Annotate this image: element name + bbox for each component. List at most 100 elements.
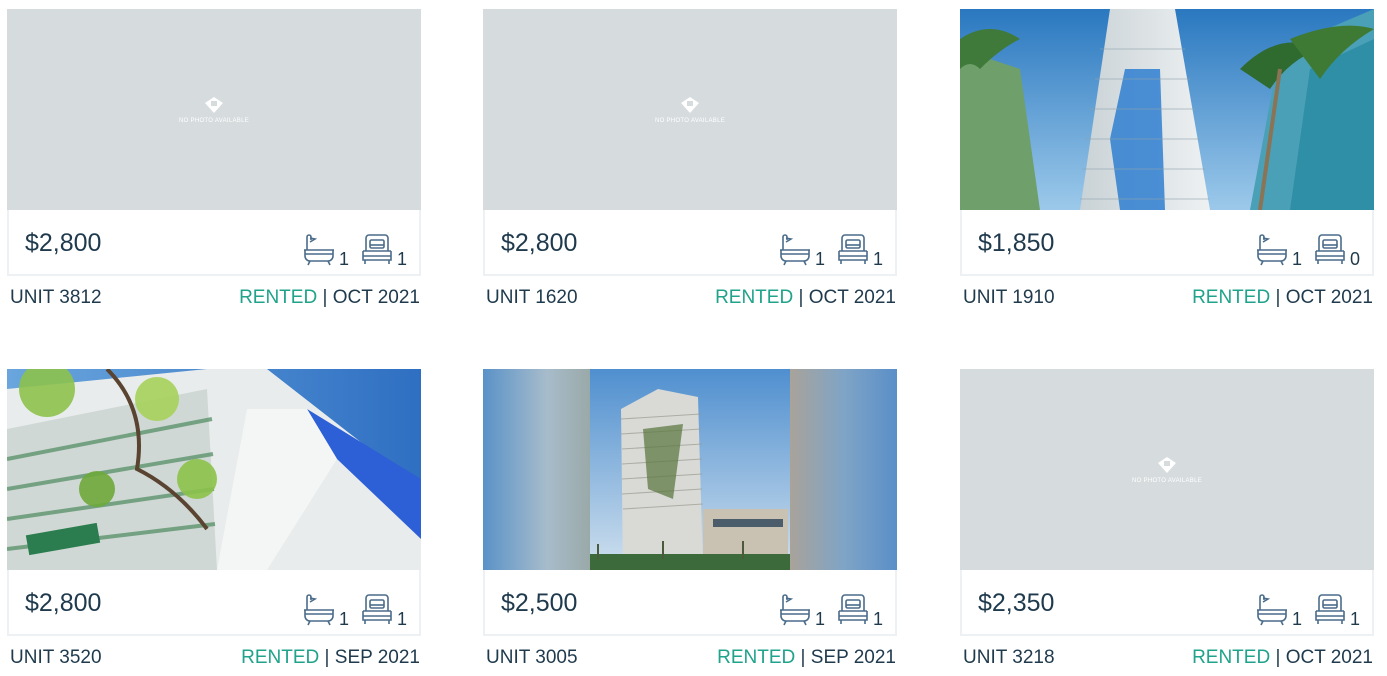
unit-label[interactable]: UNIT 3812 bbox=[10, 287, 102, 309]
bed-icon bbox=[1315, 594, 1345, 624]
unit-label[interactable]: UNIT 3218 bbox=[963, 647, 1055, 669]
listing-photo[interactable]: NO PHOTO AVAILABLE bbox=[7, 9, 421, 210]
listing-meta: UNIT 3520 RENTED | SEP 2021 bbox=[10, 647, 420, 669]
no-photo-text: NO PHOTO AVAILABLE bbox=[178, 117, 250, 124]
listing-meta: UNIT 1910 RENTED | OCT 2021 bbox=[963, 287, 1373, 309]
bathtub-icon bbox=[779, 234, 810, 266]
placeholder-logo-icon bbox=[1158, 456, 1176, 473]
listing-price: $2,350 bbox=[978, 589, 1055, 617]
listing-price: $2,800 bbox=[501, 229, 578, 257]
bed-icon bbox=[838, 234, 868, 264]
bathtub-icon bbox=[1256, 234, 1287, 266]
listing-info: $2,800 1 1 bbox=[7, 210, 421, 276]
status-date: OCT 2021 bbox=[332, 287, 420, 308]
bath-count: 1 bbox=[1291, 609, 1302, 629]
bathtub-icon bbox=[303, 594, 334, 626]
tower-photo bbox=[960, 9, 1374, 210]
listing-meta: UNIT 1620 RENTED | OCT 2021 bbox=[486, 287, 896, 309]
bed-icon bbox=[838, 594, 868, 624]
bed-count: 1 bbox=[396, 609, 407, 629]
status-date: OCT 2021 bbox=[1285, 647, 1373, 668]
status-label: RENTED bbox=[715, 287, 794, 308]
status-separator: | bbox=[1270, 287, 1286, 308]
status-label: RENTED bbox=[241, 647, 320, 668]
bed-spec: 1 bbox=[359, 232, 407, 268]
listing-card[interactable]: $1,850 1 0 UNIT 1910 RENTED | OCT 2021 bbox=[960, 9, 1374, 316]
listing-photo[interactable]: NO PHOTO AVAILABLE bbox=[960, 369, 1374, 570]
bath-count: 1 bbox=[1291, 249, 1302, 269]
listing-card[interactable]: $2,800 1 1 UNIT 3520 RENTED | SEP 2021 bbox=[7, 369, 421, 676]
bathtub-icon bbox=[1256, 594, 1287, 626]
listing-photo[interactable] bbox=[960, 9, 1374, 210]
bed-spec: 1 bbox=[835, 592, 883, 628]
bath-spec: 1 bbox=[301, 592, 349, 628]
bed-spec: 0 bbox=[1312, 232, 1360, 268]
no-photo-placeholder: NO PHOTO AVAILABLE bbox=[483, 9, 897, 210]
status-label: RENTED bbox=[717, 647, 796, 668]
listing-photo[interactable] bbox=[483, 369, 897, 570]
unit-label[interactable]: UNIT 1620 bbox=[486, 287, 578, 309]
status-date: OCT 2021 bbox=[1285, 287, 1373, 308]
bath-spec: 1 bbox=[301, 232, 349, 268]
status-separator: | bbox=[795, 647, 811, 668]
bed-count: 0 bbox=[1349, 249, 1360, 269]
listings-grid: NO PHOTO AVAILABLE $2,800 1 1 UNIT 3812 … bbox=[0, 0, 1387, 673]
bath-count: 1 bbox=[814, 249, 825, 269]
status-label: RENTED bbox=[1192, 647, 1271, 668]
listing-price: $1,850 bbox=[978, 229, 1055, 257]
listing-photo[interactable]: NO PHOTO AVAILABLE bbox=[483, 9, 897, 210]
status-label: RENTED bbox=[1192, 287, 1271, 308]
listing-info: $2,500 1 1 bbox=[483, 570, 897, 636]
tower-rendering-photo bbox=[483, 369, 897, 570]
listing-specs: 1 1 bbox=[777, 580, 883, 628]
listing-card[interactable]: $2,500 1 1 UNIT 3005 RENTED | SEP 2021 bbox=[483, 369, 897, 676]
bath-count: 1 bbox=[338, 609, 349, 629]
listing-meta: UNIT 3812 RENTED | OCT 2021 bbox=[10, 287, 420, 309]
bed-icon bbox=[362, 594, 392, 624]
listing-info: $2,350 1 1 bbox=[960, 570, 1374, 636]
bathtub-icon bbox=[779, 594, 810, 626]
status-separator: | bbox=[793, 287, 809, 308]
listing-card[interactable]: NO PHOTO AVAILABLE $2,800 1 bbox=[483, 9, 897, 316]
unit-label[interactable]: UNIT 3520 bbox=[10, 647, 102, 669]
bed-spec: 1 bbox=[835, 232, 883, 268]
rental-status: RENTED | OCT 2021 bbox=[1192, 287, 1373, 309]
bed-icon bbox=[362, 234, 392, 264]
status-date: SEP 2021 bbox=[334, 647, 420, 668]
listing-price: $2,800 bbox=[25, 229, 102, 257]
listing-card[interactable]: NO PHOTO AVAILABLE $2,350 1 1 UNIT 3218 … bbox=[960, 369, 1374, 676]
listing-specs: 1 1 bbox=[301, 220, 407, 268]
listing-photo[interactable] bbox=[7, 369, 421, 570]
listing-specs: 1 1 bbox=[301, 580, 407, 628]
placeholder-logo-icon bbox=[205, 96, 223, 113]
bed-count: 1 bbox=[872, 609, 883, 629]
bed-spec: 1 bbox=[359, 592, 407, 628]
bath-spec: 1 bbox=[1254, 232, 1302, 268]
status-separator: | bbox=[1270, 647, 1286, 668]
listing-info: $2,800 1 1 bbox=[7, 570, 421, 636]
listing-meta: UNIT 3218 RENTED | OCT 2021 bbox=[963, 647, 1373, 669]
placeholder-logo-icon bbox=[681, 96, 699, 113]
listing-meta: UNIT 3005 RENTED | SEP 2021 bbox=[486, 647, 896, 669]
listing-card[interactable]: NO PHOTO AVAILABLE $2,800 1 bbox=[7, 9, 421, 316]
no-photo-text: NO PHOTO AVAILABLE bbox=[654, 117, 726, 124]
status-date: OCT 2021 bbox=[808, 287, 896, 308]
rental-status: RENTED | SEP 2021 bbox=[717, 647, 896, 669]
no-photo-placeholder: NO PHOTO AVAILABLE bbox=[7, 9, 421, 210]
status-separator: | bbox=[319, 647, 335, 668]
no-photo-placeholder: NO PHOTO AVAILABLE bbox=[960, 369, 1374, 570]
unit-label[interactable]: UNIT 1910 bbox=[963, 287, 1055, 309]
listing-price: $2,500 bbox=[501, 589, 578, 617]
unit-label[interactable]: UNIT 3005 bbox=[486, 647, 578, 669]
bed-icon bbox=[1315, 234, 1345, 264]
status-label: RENTED bbox=[239, 287, 318, 308]
bed-count: 1 bbox=[872, 249, 883, 269]
listing-price: $2,800 bbox=[25, 589, 102, 617]
building-photo bbox=[7, 369, 421, 570]
bath-count: 1 bbox=[814, 609, 825, 629]
bath-spec: 1 bbox=[1254, 592, 1302, 628]
rental-status: RENTED | OCT 2021 bbox=[1192, 647, 1373, 669]
rental-status: RENTED | SEP 2021 bbox=[241, 647, 420, 669]
status-date: SEP 2021 bbox=[810, 647, 896, 668]
rental-status: RENTED | OCT 2021 bbox=[239, 287, 420, 309]
